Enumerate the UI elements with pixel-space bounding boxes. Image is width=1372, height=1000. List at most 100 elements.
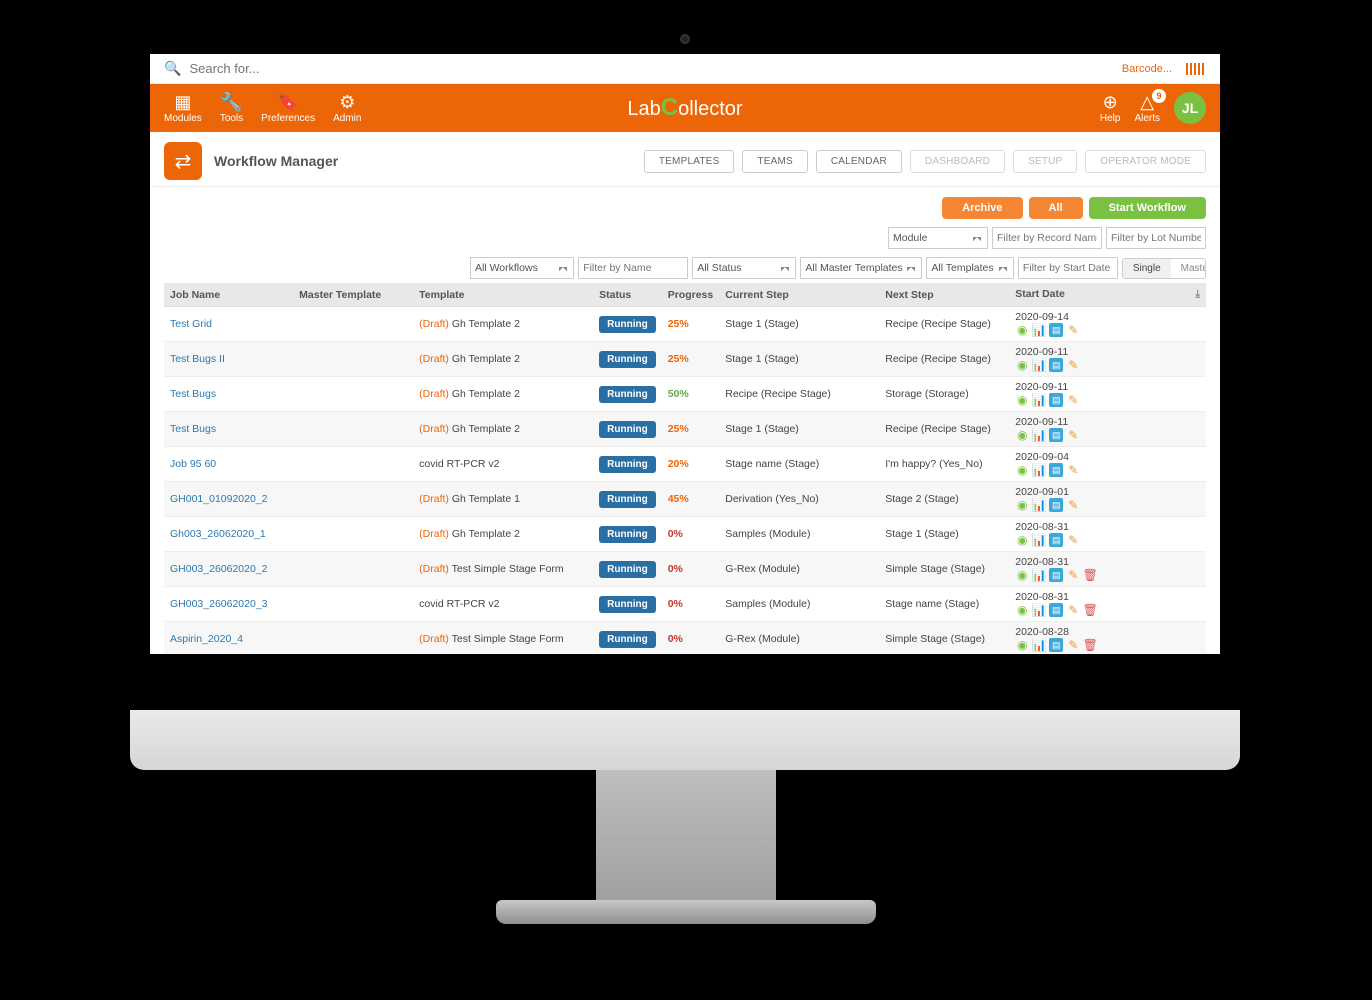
master-template-select[interactable]: All Master Templates bbox=[800, 257, 922, 279]
lot-number-filter[interactable] bbox=[1106, 227, 1206, 249]
card-icon[interactable]: ▤ bbox=[1049, 428, 1063, 442]
status-select[interactable]: All Status bbox=[692, 257, 796, 279]
tab-operator-mode[interactable]: OPERATOR MODE bbox=[1085, 150, 1206, 173]
delete-icon[interactable]: 🗑 bbox=[1083, 568, 1097, 582]
delete-icon[interactable]: 🗑 bbox=[1083, 603, 1097, 617]
job-link[interactable]: Job 95 60 bbox=[170, 458, 216, 470]
stats-icon[interactable]: 📊 bbox=[1032, 358, 1046, 372]
job-link[interactable]: Test Bugs bbox=[170, 423, 216, 435]
card-icon[interactable]: ▤ bbox=[1049, 603, 1063, 617]
edit-icon[interactable]: ✎ bbox=[1066, 498, 1080, 512]
archive-button[interactable]: Archive bbox=[942, 197, 1022, 219]
module-select[interactable]: Module bbox=[888, 227, 988, 249]
view-icon[interactable]: ◉ bbox=[1015, 323, 1029, 337]
col-next-step[interactable]: Next Step bbox=[879, 283, 1009, 307]
tab-teams[interactable]: TEAMS bbox=[742, 150, 807, 173]
start-date-cell: 2020-09-11 bbox=[1015, 416, 1068, 428]
nav-modules[interactable]: ▦Modules bbox=[164, 93, 202, 124]
card-icon[interactable]: ▤ bbox=[1049, 498, 1063, 512]
nav-help[interactable]: ⊕Help bbox=[1100, 93, 1121, 124]
view-icon[interactable]: ◉ bbox=[1015, 463, 1029, 477]
start-date-filter[interactable] bbox=[1018, 257, 1118, 279]
job-link[interactable]: Aspirin_2020_4 bbox=[170, 633, 243, 645]
stats-icon[interactable]: 📊 bbox=[1032, 603, 1046, 617]
edit-icon[interactable]: ✎ bbox=[1066, 568, 1080, 582]
record-name-filter[interactable] bbox=[992, 227, 1102, 249]
job-link[interactable]: GH003_26062020_2 bbox=[170, 563, 268, 575]
edit-icon[interactable]: ✎ bbox=[1066, 603, 1080, 617]
tab-setup[interactable]: SETUP bbox=[1013, 150, 1077, 173]
col-current-step[interactable]: Current Step bbox=[719, 283, 879, 307]
nav-admin[interactable]: ⚙Admin bbox=[333, 93, 361, 124]
workflows-select[interactable]: All Workflows bbox=[470, 257, 574, 279]
tab-templates[interactable]: TEMPLATES bbox=[644, 150, 735, 173]
master-cell bbox=[293, 587, 413, 622]
edit-icon[interactable]: ✎ bbox=[1066, 463, 1080, 477]
view-icon[interactable]: ◉ bbox=[1015, 498, 1029, 512]
name-filter[interactable] bbox=[578, 257, 688, 279]
card-icon[interactable]: ▤ bbox=[1049, 638, 1063, 652]
edit-icon[interactable]: ✎ bbox=[1066, 533, 1080, 547]
job-link[interactable]: Test Grid bbox=[170, 318, 212, 330]
tab-dashboard[interactable]: DASHBOARD bbox=[910, 150, 1005, 173]
toggle-master[interactable]: Master bbox=[1171, 259, 1206, 278]
col-master-template[interactable]: Master Template bbox=[293, 283, 413, 307]
stats-icon[interactable]: 📊 bbox=[1032, 638, 1046, 652]
col-start-date[interactable]: Start Date⤓ bbox=[1009, 283, 1206, 307]
edit-icon[interactable]: ✎ bbox=[1066, 638, 1080, 652]
card-icon[interactable]: ▤ bbox=[1049, 393, 1063, 407]
all-button[interactable]: All bbox=[1029, 197, 1083, 219]
edit-icon[interactable]: ✎ bbox=[1066, 358, 1080, 372]
row-actions: ◉📊▤✎ bbox=[1015, 323, 1200, 337]
view-icon[interactable]: ◉ bbox=[1015, 428, 1029, 442]
view-icon[interactable]: ◉ bbox=[1015, 603, 1029, 617]
card-icon[interactable]: ▤ bbox=[1049, 568, 1063, 582]
tab-calendar[interactable]: CALENDAR bbox=[816, 150, 902, 173]
global-search-bar: 🔍 Barcode... bbox=[150, 54, 1220, 84]
edit-icon[interactable]: ✎ bbox=[1066, 393, 1080, 407]
card-icon[interactable]: ▤ bbox=[1049, 463, 1063, 477]
nav-tools[interactable]: 🔧Tools bbox=[220, 93, 243, 124]
stats-icon[interactable]: 📊 bbox=[1032, 533, 1046, 547]
table-row: GH003_26062020_2(Draft) Test Simple Stag… bbox=[164, 552, 1206, 587]
col-progress[interactable]: Progress bbox=[662, 283, 720, 307]
stats-icon[interactable]: 📊 bbox=[1032, 463, 1046, 477]
nav-alerts[interactable]: △9Alerts bbox=[1134, 93, 1160, 124]
start-date-cell: 2020-09-04 bbox=[1015, 451, 1069, 463]
view-icon[interactable]: ◉ bbox=[1015, 393, 1029, 407]
stats-icon[interactable]: 📊 bbox=[1032, 393, 1046, 407]
templates-select[interactable]: All Templates bbox=[926, 257, 1013, 279]
col-job-name[interactable]: Job Name bbox=[164, 283, 293, 307]
job-link[interactable]: GH003_26062020_3 bbox=[170, 598, 268, 610]
search-input[interactable] bbox=[189, 61, 1113, 76]
nav-preferences[interactable]: 🔖Preferences bbox=[261, 93, 315, 124]
start-workflow-button[interactable]: Start Workflow bbox=[1089, 197, 1206, 219]
view-icon[interactable]: ◉ bbox=[1015, 568, 1029, 582]
user-avatar[interactable]: JL bbox=[1174, 92, 1206, 124]
col-status[interactable]: Status bbox=[593, 283, 662, 307]
job-link[interactable]: Gh003_26062020_1 bbox=[170, 528, 266, 540]
row-actions: ◉📊▤✎ bbox=[1015, 498, 1200, 512]
card-icon[interactable]: ▤ bbox=[1049, 533, 1063, 547]
edit-icon[interactable]: ✎ bbox=[1066, 428, 1080, 442]
view-icon[interactable]: ◉ bbox=[1015, 533, 1029, 547]
job-link[interactable]: Test Bugs II bbox=[170, 353, 225, 365]
barcode-label[interactable]: Barcode... bbox=[1122, 63, 1172, 75]
job-link[interactable]: Test Bugs bbox=[170, 388, 216, 400]
stats-icon[interactable]: 📊 bbox=[1032, 498, 1046, 512]
job-link[interactable]: GH001_01092020_2 bbox=[170, 493, 268, 505]
card-icon[interactable]: ▤ bbox=[1049, 358, 1063, 372]
stats-icon[interactable]: 📊 bbox=[1032, 568, 1046, 582]
card-icon[interactable]: ▤ bbox=[1049, 323, 1063, 337]
col-template[interactable]: Template bbox=[413, 283, 593, 307]
delete-icon[interactable]: 🗑 bbox=[1083, 638, 1097, 652]
stats-icon[interactable]: 📊 bbox=[1032, 428, 1046, 442]
page-tabs: TEMPLATES TEAMS CALENDAR DASHBOARD SETUP OPER… bbox=[644, 150, 1206, 173]
barcode-icon[interactable] bbox=[1186, 63, 1206, 75]
toggle-single[interactable]: Single bbox=[1123, 259, 1171, 278]
view-icon[interactable]: ◉ bbox=[1015, 638, 1029, 652]
edit-icon[interactable]: ✎ bbox=[1066, 323, 1080, 337]
view-icon[interactable]: ◉ bbox=[1015, 358, 1029, 372]
stats-icon[interactable]: 📊 bbox=[1032, 323, 1046, 337]
download-icon[interactable]: ⤓ bbox=[1195, 288, 1200, 301]
